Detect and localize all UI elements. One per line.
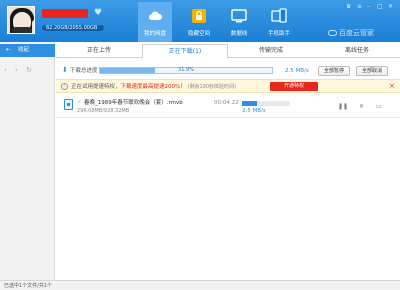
notice-remaining-time: (剩余190秒体验时间) (187, 84, 236, 90)
notice-text: 正在试用提速特权，下载速度最高提速200%！ (剩余190秒体验时间) (71, 84, 236, 90)
avatar-body (12, 27, 32, 33)
storage-quota-text: 82.20GB/2055.00GB (46, 25, 98, 31)
total-progress-bar: 31.9% (99, 67, 273, 74)
file-progress-bar (242, 101, 290, 106)
vip-icon[interactable]: ♥ (94, 8, 104, 18)
open-privilege-button[interactable]: 开通特权 (270, 82, 318, 91)
speedup-notice: ! 正在试用提速特权，下载速度最高提速200%！ (剩余190秒体验时间) 开通… (56, 79, 400, 93)
lock-icon (192, 9, 206, 23)
arrow-left-icon: ⇤ (6, 47, 11, 53)
collapse-button[interactable]: ⇤ 收起 (0, 44, 55, 57)
brand-logo: 百度云管家 (328, 29, 374, 37)
tab-downloading[interactable]: 正在下载(1) (142, 44, 228, 59)
close-icon[interactable]: ✕ (388, 4, 393, 10)
notice-close-icon[interactable]: × (389, 82, 395, 91)
brand-cloud-icon (328, 30, 337, 36)
monitor-icon (231, 9, 247, 23)
nav-tab-label: 手机助手 (267, 31, 290, 37)
folder-icon[interactable]: ▭ (376, 103, 382, 110)
nav-tab-label: 我的网盘 (143, 31, 166, 37)
total-progress-label: 下载总进度 (70, 68, 98, 74)
avatar[interactable] (7, 6, 35, 34)
file-progress-fill (242, 101, 258, 106)
file-speed: 2.5 MB/s (242, 108, 266, 114)
top-header: ♥ 82.20GB/2055.00GB 我的网盘 隐藏空间 数据线 手机助手 ♛… (0, 0, 400, 42)
time-remaining: 00:04:22 (214, 100, 239, 106)
collapse-label: 收起 (18, 47, 30, 53)
download-arrow-icon: ⬇ (62, 66, 68, 74)
username-redacted[interactable] (42, 9, 88, 18)
pause-icon[interactable]: ❚❚ (338, 103, 348, 110)
pause-all-button[interactable]: 全部暂停 (318, 66, 350, 76)
phone-icon (271, 8, 287, 23)
status-bar: 已选中1个文件/共1个 (0, 280, 400, 290)
tab-offline[interactable]: 离线任务 (314, 44, 400, 58)
cancel-all-button[interactable]: 全部取消 (356, 66, 388, 76)
file-size: 296.08MB/928.32MB (77, 108, 130, 114)
nav-tab-my-disk[interactable]: 我的网盘 (138, 2, 172, 42)
total-progress-text: 31.9% (178, 67, 194, 73)
tab-completed[interactable]: 传输完成 (228, 44, 314, 58)
history-nav-buttons[interactable]: ‹ › ↻ (4, 66, 35, 74)
speedup-bolt-icon: ⚡ (77, 99, 82, 106)
total-speed: 2.5 MB/s (285, 68, 309, 74)
maximize-icon[interactable]: □ (377, 4, 383, 10)
nav-tab-label: 数据线 (230, 31, 248, 37)
info-icon: ! (61, 83, 68, 90)
nav-tab-data-cable[interactable]: 数据线 (222, 2, 256, 42)
notice-highlight: 下载速度最高提速200%！ (120, 84, 186, 90)
skin-icon[interactable]: ♛ (346, 4, 351, 10)
transfer-tabs: 正在上传 正在下载(1) 传输完成 离线任务 (56, 44, 400, 59)
menu-icon[interactable]: ≡ (357, 4, 362, 10)
file-name: 春晚_1989年春节联欢晚会（套）.rmvb (84, 100, 183, 106)
sidebar: ⇤ 收起 ‹ › ↻ (0, 42, 55, 280)
download-row[interactable]: ⚡ 春晚_1989年春节联欢晚会（套）.rmvb 296.08MB/928.32… (56, 96, 400, 118)
cloud-icon (148, 11, 162, 20)
total-progress-row: ⬇ 下载总进度 31.9% 2.5 MB/s 全部暂停 全部取消 (56, 63, 400, 78)
brand-name: 百度云管家 (339, 29, 374, 37)
delete-icon[interactable]: ✕ (359, 103, 364, 110)
nav-tab-label: 隐藏空间 (187, 31, 210, 37)
status-text: 已选中1个文件/共1个 (4, 283, 53, 289)
minimize-icon[interactable]: – (367, 4, 370, 10)
nav-tab-phone-assistant[interactable]: 手机助手 (262, 2, 296, 42)
video-file-icon (64, 99, 73, 110)
nav-tab-hidden-space[interactable]: 隐藏空间 (182, 2, 216, 42)
notice-prefix: 正在试用提速特权， (71, 84, 121, 90)
tab-uploading[interactable]: 正在上传 (56, 44, 142, 58)
